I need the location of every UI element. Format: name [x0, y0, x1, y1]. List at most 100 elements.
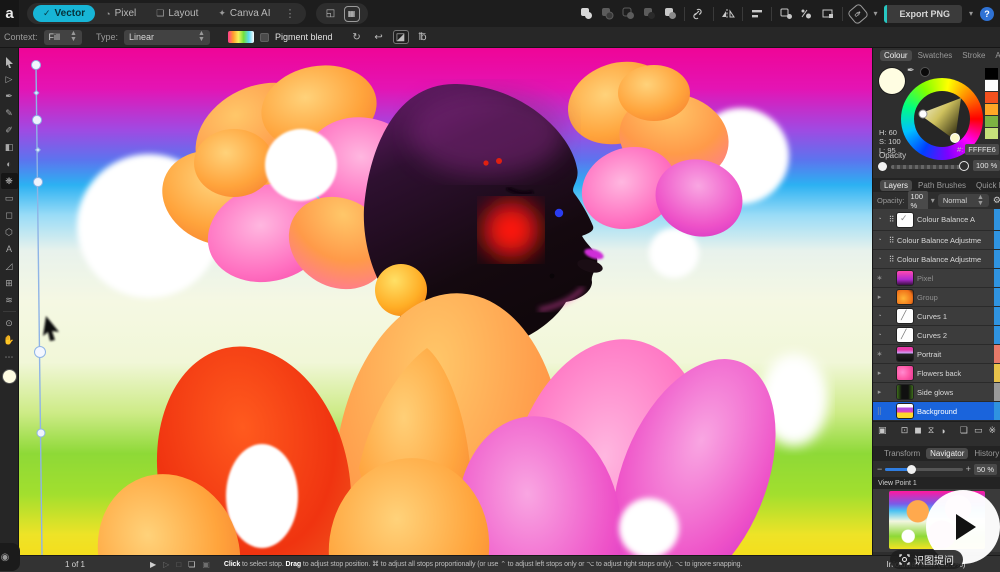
- gradient-swatch[interactable]: [228, 31, 254, 43]
- active-colour-swatch[interactable]: [879, 68, 905, 94]
- adjustment-icon[interactable]: ◑: [940, 426, 945, 436]
- gradient-stop-handle[interactable]: [32, 61, 41, 70]
- rectangle-tool-icon[interactable]: ▭: [1, 190, 18, 206]
- context-select[interactable]: Fill ▲▼: [44, 30, 82, 45]
- colour-triangle[interactable]: [915, 92, 969, 146]
- gradient-stop-handle[interactable]: [34, 178, 43, 187]
- layer-row[interactable]: ▸ Flowers back: [873, 364, 1000, 383]
- layer-row[interactable]: ◔ ⠿ Colour Balance A: [873, 209, 1000, 231]
- layer-thumbnail[interactable]: [897, 213, 913, 227]
- hex-input[interactable]: FFFFE6: [965, 144, 999, 155]
- layer-row[interactable]: ∗ Pixel: [873, 269, 1000, 288]
- layer-edit-bar[interactable]: [994, 307, 1000, 325]
- hourglass-icon[interactable]: ⧖: [928, 425, 934, 436]
- app-logo[interactable]: a: [0, 0, 19, 27]
- pigment-blend-checkbox[interactable]: [260, 33, 269, 42]
- colour-picker-icon[interactable]: ✒: [907, 65, 915, 76]
- stop-preview-icon[interactable]: □: [176, 560, 181, 569]
- tab-vector[interactable]: ✓ Vector: [33, 5, 95, 22]
- duplicate-layer-icon[interactable]: ❏: [960, 425, 968, 436]
- opacity-value[interactable]: 100 %: [973, 160, 1000, 171]
- layer-edit-bar[interactable]: [994, 250, 1000, 268]
- scale-box-icon[interactable]: [821, 7, 835, 21]
- move-tool-icon[interactable]: [1, 54, 18, 70]
- place-image-icon[interactable]: ◱: [324, 7, 338, 21]
- layer-visibility-icon[interactable]: ◔: [873, 256, 886, 263]
- transparency-tool-icon[interactable]: ◐: [1, 156, 18, 172]
- swatch-red-orange[interactable]: [985, 92, 998, 103]
- tab-swatches[interactable]: Swatches: [914, 50, 957, 61]
- canvas[interactable]: [19, 48, 872, 555]
- duplicate-view-icon[interactable]: ❏: [188, 560, 195, 569]
- type-select[interactable]: Linear ▲▼: [124, 30, 210, 45]
- layer-gradient-icon[interactable]: ⣿: [873, 407, 886, 415]
- layer-thumbnail[interactable]: [897, 385, 913, 399]
- tab-stroke[interactable]: Stroke: [958, 50, 989, 61]
- layer-edit-bar[interactable]: [994, 288, 1000, 306]
- gradient-stop-handle[interactable]: [35, 347, 46, 358]
- fx-icon[interactable]: ⊡: [901, 425, 909, 436]
- export-caret-icon[interactable]: ▾: [969, 9, 973, 18]
- zoom-slider-handle[interactable]: [907, 465, 916, 474]
- align-icon[interactable]: [750, 7, 764, 21]
- corner-floating-button[interactable]: ◉: [0, 543, 20, 571]
- transform-objects-icon[interactable]: [779, 7, 793, 21]
- swatch-white[interactable]: [985, 80, 998, 91]
- layer-expand-icon[interactable]: ▸: [873, 388, 886, 396]
- layer-edit-bar[interactable]: [994, 209, 1000, 230]
- swatch-orange[interactable]: [985, 104, 998, 115]
- eyedropper-icon[interactable]: ℔: [415, 32, 431, 43]
- layer-expand-icon[interactable]: ▸: [873, 369, 886, 377]
- more-tools-icon[interactable]: ⋯: [1, 349, 18, 365]
- link-icon[interactable]: [692, 7, 706, 21]
- fill-tool-icon[interactable]: ◧: [1, 139, 18, 155]
- layer-row[interactable]: ◔ ⠿ Colour Balance Adjustme: [873, 250, 1000, 269]
- swatch-light-green[interactable]: [985, 128, 998, 139]
- mirror-view-icon[interactable]: ▣: [202, 560, 210, 569]
- edit-all-layers-icon[interactable]: ▣: [878, 425, 887, 436]
- node-tool-icon[interactable]: ▷: [1, 71, 18, 87]
- layer-thumbnail[interactable]: [897, 404, 913, 418]
- layer-visibility-icon[interactable]: ◔: [873, 237, 886, 244]
- layer-thumbnail[interactable]: [897, 328, 913, 342]
- new-group-icon[interactable]: ▭: [974, 425, 983, 436]
- mask-icon[interactable]: ◼: [914, 425, 921, 436]
- tab-pixel[interactable]: ◔ Pixel: [95, 5, 146, 22]
- watermark-pill[interactable]: 识图提问: [890, 550, 963, 569]
- layer-lock-icon[interactable]: ∗: [873, 350, 886, 358]
- snap-icon[interactable]: [800, 7, 814, 21]
- gradient-stop-handle[interactable]: [37, 429, 45, 437]
- brush-tool-icon[interactable]: ✐: [1, 122, 18, 138]
- boolean-add-icon[interactable]: [579, 7, 593, 21]
- boolean-subtract-icon[interactable]: [600, 7, 614, 21]
- persona-overflow-icon[interactable]: ⋮: [281, 7, 300, 20]
- zoom-out-icon[interactable]: −: [877, 464, 882, 474]
- layer-edit-bar[interactable]: [994, 345, 1000, 363]
- boolean-xor-icon[interactable]: [642, 7, 656, 21]
- layer-row[interactable]: ◔ Curves 1: [873, 307, 1000, 326]
- layer-edit-bar[interactable]: [994, 269, 1000, 287]
- reverse-gradient-icon[interactable]: ↻: [349, 32, 365, 43]
- tab-history[interactable]: History: [970, 448, 1000, 459]
- layer-row-selected[interactable]: ⣿ Background: [873, 402, 1000, 421]
- layer-visibility-icon[interactable]: ◔: [873, 313, 886, 320]
- blend-mode-select[interactable]: Normal: [943, 196, 967, 205]
- pencil-tool-icon[interactable]: ✎: [1, 105, 18, 121]
- layer-row[interactable]: ∗ Portrait: [873, 345, 1000, 364]
- artboard-grid-icon[interactable]: ▦: [344, 6, 360, 22]
- colour-triangle-selector[interactable]: [951, 134, 960, 143]
- flip-icon[interactable]: [721, 7, 735, 21]
- layer-lock-icon[interactable]: ∗: [873, 274, 886, 282]
- tab-transform[interactable]: Transform: [880, 448, 924, 459]
- tab-quick-fx[interactable]: Quick FX: [972, 180, 1000, 191]
- zoom-value[interactable]: 50 %: [974, 464, 997, 475]
- layer-row[interactable]: ◔ Curves 2: [873, 326, 1000, 345]
- tab-colour[interactable]: Colour: [880, 50, 912, 61]
- zoom-slider[interactable]: [885, 468, 962, 471]
- export-png-button[interactable]: Export PNG: [884, 5, 962, 23]
- layer-visibility-icon[interactable]: ◔: [873, 332, 886, 339]
- opacity-slider-handle[interactable]: [959, 161, 969, 171]
- zoom-tool-icon[interactable]: ⊙: [1, 315, 18, 331]
- layer-expand-icon[interactable]: ▸: [873, 293, 886, 301]
- layer-edit-bar[interactable]: [994, 402, 1000, 420]
